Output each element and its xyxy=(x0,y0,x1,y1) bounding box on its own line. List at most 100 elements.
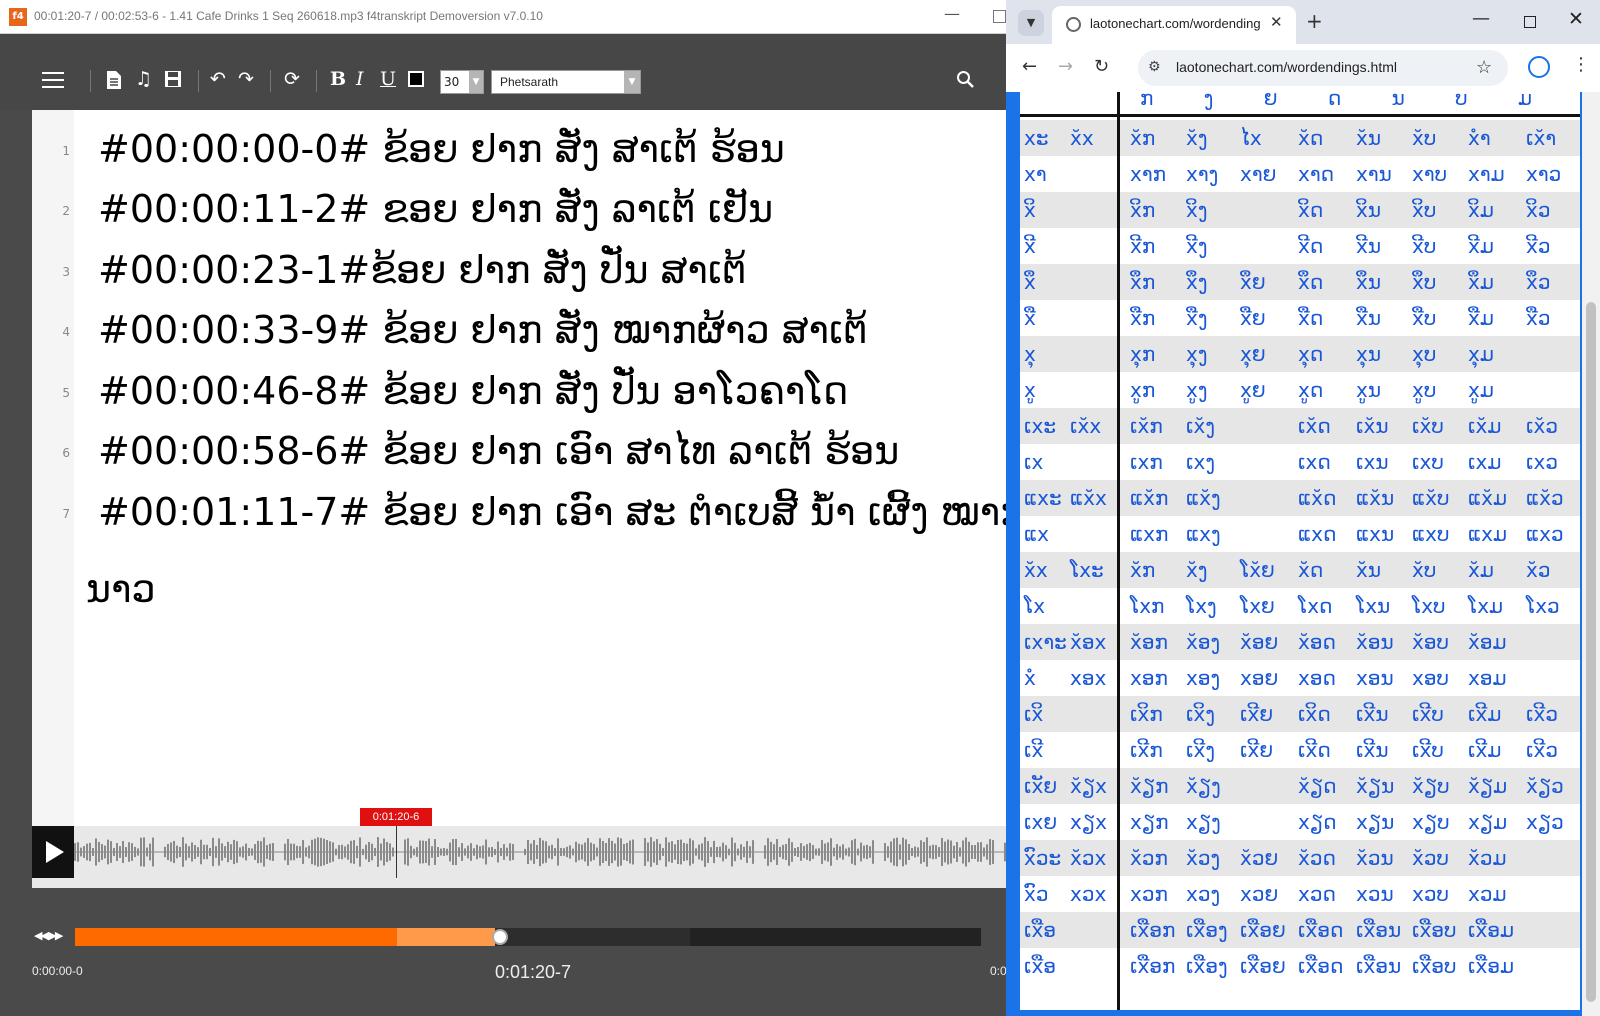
table-cell: ແxນ xyxy=(1356,522,1395,546)
tab-search-icon[interactable]: ▼ xyxy=(1018,10,1044,36)
table-cell: x̆ວກ xyxy=(1130,846,1168,870)
minimize-button[interactable]: — xyxy=(944,4,960,23)
back-arrow-icon[interactable]: ← xyxy=(1022,56,1037,77)
table-cell: ເxືອງ xyxy=(1186,954,1228,978)
table-cell: ໂxວ xyxy=(1526,594,1560,618)
table-cell: xານ xyxy=(1356,162,1392,186)
transcript-line[interactable]: #00:00:00-0# ຂ້ອຍ ຢາກ ສັ່ງ ສາເຕ້ ຮ້ອນ xyxy=(98,130,785,168)
table-cell: ເxີມ xyxy=(1468,738,1502,762)
transcript-editor[interactable]: 1 2 3 4 5 6 7 #00:00:00-0# ຂ້ອຍ ຢາກ ສັ່ງ… xyxy=(32,110,1006,826)
bookmark-star-icon[interactable]: ☆ xyxy=(1476,57,1492,78)
transcript-line[interactable]: #00:00:58-6# ຂ້ອຍ ຢາກ ເອົາ ສາໄທ ລາເຕ້ ຮ້… xyxy=(98,432,899,470)
table-cell: ແx̆ດ xyxy=(1298,486,1337,510)
menu-icon[interactable] xyxy=(42,72,64,90)
scrollbar-thumb[interactable] xyxy=(1586,302,1596,1002)
tab-active[interactable]: laotonechart.com/wordendings ✕ xyxy=(1052,6,1296,44)
table-cell: ແxກ xyxy=(1130,522,1169,546)
search-icon[interactable] xyxy=(956,70,976,90)
waveform-panel[interactable] xyxy=(32,826,1006,888)
title-bar: f4 00:01:20-7 / 00:02:53-6 - 1.41 Cafe D… xyxy=(0,0,1006,34)
font-size-select[interactable]: 30 ▼ xyxy=(440,70,484,94)
undo-icon[interactable]: ↶ xyxy=(210,70,226,89)
table-cell: ເx̆ງ xyxy=(1186,414,1215,438)
progress-slider-handle[interactable] xyxy=(491,929,508,945)
table-cell: ເxິດ xyxy=(1298,702,1331,726)
new-document-icon[interactable] xyxy=(106,70,122,94)
table-cell: ແxວ xyxy=(1526,522,1564,546)
table-row: xະ x̆x x̆ກ x̆ງ ໄx x̆ດ x̆ນ x̆ບ xໍາ ເx̆າ xyxy=(1020,120,1580,156)
table-cell: xາງ xyxy=(1186,162,1219,186)
underline-button[interactable]: U xyxy=(380,70,396,89)
chevron-down-icon[interactable]: ▼ xyxy=(624,71,640,93)
scrollbar[interactable] xyxy=(1582,92,1600,1016)
line-number: 6 xyxy=(62,446,70,460)
table-cell: x̆ກ xyxy=(1130,558,1156,582)
audio-waveform[interactable] xyxy=(74,826,1006,878)
new-tab-icon[interactable]: + xyxy=(1306,9,1323,33)
maximize-button[interactable] xyxy=(993,10,1006,23)
table-cell: xຸຍ xyxy=(1240,342,1266,366)
table-cell: ເxືອບ xyxy=(1412,954,1457,978)
table-cell: xີນ xyxy=(1356,234,1382,258)
play-button[interactable] xyxy=(32,826,74,878)
table-cell: xຽນ xyxy=(1356,810,1395,834)
table-row: ເxະ ເx̆x ເx̆ກ ເx̆ງ ເx̆ດ ເx̆ນ ເx̆ບ ເx̆ມ ເx̆ວ xyxy=(1020,408,1580,444)
table-cell: xືກ xyxy=(1130,306,1156,330)
transcript-line-wrap[interactable]: ນາວ xyxy=(86,570,156,608)
table-cell: ແx xyxy=(1024,522,1049,546)
transcript-line[interactable]: #00:00:46-8# ຂ້ອຍ ຢາກ ສັ່ງ ປັ່ນ ອາໂວຄາໂດ xyxy=(98,372,848,410)
table-cell: xວx xyxy=(1070,882,1107,906)
table-cell: ເxືອມ xyxy=(1468,954,1515,978)
close-window-button[interactable]: ✕ xyxy=(1568,8,1584,30)
url-text[interactable]: laotonechart.com/wordendings.html xyxy=(1176,59,1397,75)
bold-button[interactable]: B xyxy=(330,70,346,89)
more-menu-icon[interactable]: ⋮ xyxy=(1572,54,1590,75)
table-cell: x̆ນ xyxy=(1356,558,1382,582)
maximize-button[interactable] xyxy=(1524,16,1536,28)
table-cell: ໂxນ xyxy=(1356,594,1391,618)
transcript-line[interactable]: #00:00:11-2# ຂອຍ ຢາກ ສັ່ງ ລາເຕ້ ເຢັນ xyxy=(98,190,773,228)
table-cell: x̆ງ xyxy=(1186,126,1208,150)
music-note-icon[interactable]: ♫ xyxy=(135,70,152,89)
table-cell: xືງ xyxy=(1186,306,1208,330)
table-cell: xິບ xyxy=(1412,198,1437,222)
navigation-bar: ← → ↻ ⚙ laotonechart.com/wordendings.htm… xyxy=(1006,44,1600,92)
forward-arrow-icon[interactable]: → xyxy=(1058,56,1073,77)
table-cell: xຸນ xyxy=(1356,342,1382,366)
italic-button[interactable]: I xyxy=(356,70,364,89)
save-icon[interactable] xyxy=(164,70,182,92)
font-family-select[interactable]: Phetsarath ▼ xyxy=(491,70,641,94)
table-cell: x̆ມ xyxy=(1468,558,1494,582)
progress-hover-region xyxy=(397,928,495,946)
redo-icon[interactable]: ↷ xyxy=(238,70,254,89)
address-bar[interactable]: ⚙ laotonechart.com/wordendings.html ☆ xyxy=(1138,50,1508,86)
skip-buttons[interactable]: ◀◀ ▶▶ xyxy=(34,929,63,942)
table-cell: x̆ບ xyxy=(1412,126,1437,150)
table-cell: xຽx xyxy=(1070,810,1107,834)
table-cell: xອນ xyxy=(1356,666,1394,690)
transcript-line[interactable]: #00:01:11-7# ຂ້ອຍ ຢາກ ເອົາ ສະ ຕຳເບສີ້ ນ້… xyxy=(98,493,1006,531)
transcript-line[interactable]: #00:00:23-1#ຂ້ອຍ ຢາກ ສັ່ງ ປັ່ນ ສາເຕ້ xyxy=(98,251,746,289)
table-cell: ເxີມ xyxy=(1468,702,1502,726)
table-cell: x̆x xyxy=(1024,558,1048,582)
table-cell: ໂxມ xyxy=(1468,594,1504,618)
table-cell: xິນ xyxy=(1356,198,1382,222)
table-cell: xິມ xyxy=(1468,198,1494,222)
reload-icon[interactable]: ↻ xyxy=(1094,56,1109,77)
text-color-button[interactable] xyxy=(408,71,424,87)
chevron-down-icon[interactable]: ▼ xyxy=(469,71,483,93)
table-cell: xິດ xyxy=(1298,198,1324,222)
refresh-icon[interactable]: ⟳ xyxy=(284,70,300,89)
profile-avatar-icon[interactable] xyxy=(1528,56,1550,78)
table-cell: ເxມ xyxy=(1468,450,1502,474)
table-cell: x̆ຽມ xyxy=(1468,774,1508,798)
transcript-line[interactable]: #00:00:33-9# ຂ້ອຍ ຢາກ ສັ່ງ ໝາກຜ້າວ ສາເຕ້ xyxy=(98,311,868,349)
table-cell: x̆ວດ xyxy=(1298,846,1336,870)
table-cell: xືມ xyxy=(1468,306,1494,330)
table-cell: xຽກ xyxy=(1130,810,1169,834)
table-cell: xອຍ xyxy=(1240,666,1279,690)
minimize-button[interactable]: — xyxy=(1472,8,1490,29)
table-cell: xໍາ xyxy=(1468,126,1491,150)
close-tab-icon[interactable]: ✕ xyxy=(1270,13,1283,31)
site-info-icon[interactable]: ⚙ xyxy=(1148,59,1161,75)
